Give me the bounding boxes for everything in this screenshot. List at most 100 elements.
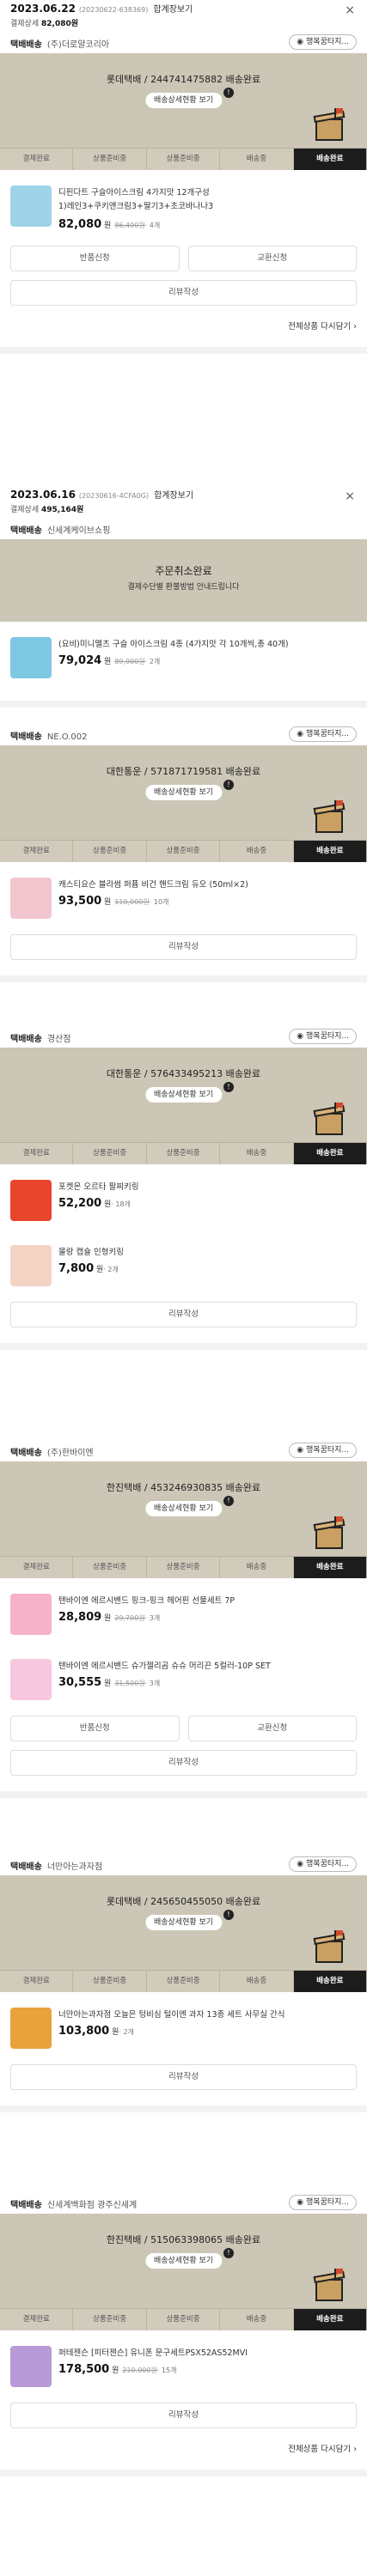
tracking-status: 한진택배 / 515063398065 배송완료 (106, 2234, 261, 2245)
original-price: 110,000원 (114, 898, 150, 906)
store-link-label: 행복꿈타지... (306, 1860, 349, 1868)
product-name[interactable]: (요비)미니멜츠 구슬 아이스크림 4종 (4가지맛 각 10개씩,총 40개) (58, 637, 357, 649)
write-review-button[interactable]: 리뷰작성 (10, 280, 357, 306)
product-name[interactable]: 디핀다트 구슬아이스크림 4가지맛 12개구성 (58, 185, 357, 197)
product-name[interactable]: 캐스티요슨 블라썸 퍼퓸 비건 핸드크림 듀오 (50ml×2) (58, 878, 357, 890)
write-review-button[interactable]: 리뷰작성 (10, 2403, 357, 2428)
product-thumbnail[interactable] (10, 1659, 52, 1700)
order-total: 결제상세 82,080원 (10, 17, 78, 28)
order-item[interactable]: 탠바이엔 에르시밴드 핑크-핑크 헤어핀 선물세트 7P 28,809 원 29,7… (0, 1585, 367, 1650)
return-request-button[interactable]: 반품신청 (10, 1716, 180, 1741)
shipment-block: 택배배송 (주)더로얄코리아 ◉ 행복꿈타지... 롯데택배 / 2447414758… (0, 31, 367, 354)
tracking-detail-button[interactable]: 배송상세현황 보기 (144, 1501, 223, 1516)
store-link-label: 행복꿈타지... (306, 1446, 349, 1455)
section-divider (0, 2105, 367, 2112)
write-review-button[interactable]: 리뷰작성 (10, 1302, 357, 1327)
product-name[interactable]: 너만아는과자점 오늘은 텅비심 털이엔 과자 13종 세트 사무실 간식 (58, 2008, 357, 2020)
product-thumbnail[interactable] (10, 2008, 52, 2049)
product-thumbnail[interactable] (10, 1180, 52, 1221)
product-thumbnail[interactable] (10, 1245, 52, 1286)
shipment-header: 택배배송 (주)한바이엔 ◉ 행복꿈타지... (0, 1439, 367, 1461)
tracking-detail-button[interactable]: 배송상세현황 보기 (144, 93, 223, 108)
order-item[interactable]: 캐스티요슨 블라썸 퍼퓸 비건 핸드크림 듀오 (50ml×2) 93,500 원… (0, 869, 367, 934)
return-request-button[interactable]: 반품신청 (10, 246, 180, 271)
tracking-detail-button[interactable]: 배송상세현황 보기 (144, 1087, 223, 1103)
delivery-box-icon (312, 1930, 348, 1966)
order-item[interactable]: 퍼테젠슨 [피터젠슨] 유니폰 문구세트PSX52AS52MVI 178,500 … (0, 2337, 367, 2403)
shipment-header: 택배배송 신세계백화점 광주신세계 ◉ 행복꿈타지... (0, 2191, 367, 2214)
product-thumbnail[interactable] (10, 185, 52, 227)
write-review-button[interactable]: 리뷰작성 (10, 2064, 357, 2090)
notice-icon: ! (223, 2248, 234, 2258)
close-icon[interactable]: × (345, 3, 355, 17)
price-currency: 원 (104, 898, 112, 907)
order-item[interactable]: 포켓몬 오르타 팔찌키링 52,200 원· 18개 (0, 1171, 367, 1236)
order-detail-link[interactable]: 합계장보기 (153, 5, 193, 15)
progress-step: 결제완료 (0, 841, 74, 862)
product-thumbnail[interactable] (10, 878, 52, 919)
section-divider (0, 701, 367, 708)
product-thumbnail[interactable] (10, 2346, 52, 2387)
store-link-button[interactable]: ◉ 행복꿈타지... (289, 1443, 357, 1458)
product-thumbnail[interactable] (10, 637, 52, 678)
order-item[interactable]: 탠바이엔 에르시밴드 슈가젤리곰 슈슈 머리끈 5컬러-10P SET 30,55… (0, 1650, 367, 1716)
product-thumbnail[interactable] (10, 1594, 52, 1635)
shipment-label: 택배배송 신세계백화점 광주신세계 (10, 2197, 137, 2210)
shipment-block: 택배배송 경산점 ◉ 행복꿈타지... 대한통운 / 576433495213 배송완… (0, 1025, 367, 1350)
tracking-detail-button[interactable]: 배송상세현황 보기 (144, 1915, 223, 1930)
close-icon[interactable]: × (345, 489, 355, 503)
product-name[interactable]: 탠바이엔 에르시밴드 슈가젤리곰 슈슈 머리끈 5컬러-10P SET (58, 1659, 357, 1671)
price-value: 79,024 (58, 654, 102, 667)
review-button-row: 리뷰작성 (10, 934, 357, 960)
progress-step: 배송완료 (293, 1143, 367, 1164)
store-link-button[interactable]: ◉ 행복꿈타지... (289, 726, 357, 742)
product-price: 103,800 원· 2개 (58, 2025, 134, 2038)
write-review-button[interactable]: 리뷰작성 (10, 934, 357, 960)
store-link-label: 행복꿈타지... (306, 730, 349, 738)
tracking-panel: 한진택배 / 515063398065 배송완료배송상세현황 보기! (0, 2214, 367, 2308)
order-item[interactable]: 너만아는과자점 오늘은 텅비심 털이엔 과자 13종 세트 사무실 간식 103,… (0, 1999, 367, 2064)
product-quantity: · 2개 (103, 1266, 119, 1273)
reorder-all-link[interactable]: 전체상품 다시담기 › (288, 319, 357, 331)
product-name[interactable]: 탠바이엔 에르시밴드 핑크-핑크 헤어핀 선물세트 7P (58, 1594, 357, 1606)
shipment-block: 택배배송 너만아는과자점 ◉ 행복꿈타지... 롯데택배 / 245650455050… (0, 1853, 367, 2112)
order-item[interactable]: 디핀다트 구슬아이스크림 4가지맛 12개구성 1)레인3+쿠키앤크림3+딸기3+… (0, 177, 367, 242)
reorder-all-label: 전체상품 다시담기 (288, 2445, 352, 2454)
product-name[interactable]: 몰랑 캡슐 인형키링 (58, 1245, 357, 1257)
order-total-label: 결제상세 (10, 506, 40, 514)
store-link-button[interactable]: ◉ 행복꿈타지... (289, 1029, 357, 1044)
product-price: 79,024 원 89,000원· 2개 (58, 654, 160, 667)
shipment-header: 택배배송 (주)더로얄코리아 ◉ 행복꿈타지... (0, 31, 367, 53)
review-button-row: 리뷰작성 (10, 280, 357, 306)
product-quantity: · 2개 (119, 2028, 134, 2036)
store-link-button[interactable]: ◉ 행복꿈타지... (289, 2195, 357, 2210)
flag (336, 800, 343, 805)
shipment-seller: 너만아는과자점 (46, 1862, 103, 1872)
product-name[interactable]: 퍼테젠슨 [피터젠슨] 유니폰 문구세트PSX52AS52MVI (58, 2346, 357, 2358)
write-review-button[interactable]: 리뷰작성 (10, 1750, 357, 1776)
product-price: 30,555 원 31,500원· 3개 (58, 1676, 160, 1689)
progress-step: 상품준비중 (146, 841, 221, 862)
cancel-desc[interactable]: 결제수단별 환불방법 안내드립니다 (0, 580, 367, 592)
order-item[interactable]: (요비)미니멜츠 구슬 아이스크림 4종 (4가지맛 각 10개씩,총 40개)… (0, 629, 367, 694)
tracking-detail-button[interactable]: 배송상세현황 보기 (144, 785, 223, 800)
reorder-all-link[interactable]: 전체상품 다시담기 › (288, 2442, 357, 2454)
store-link-button[interactable]: ◉ 행복꿈타지... (289, 1856, 357, 1872)
product-name[interactable]: 포켓몬 오르타 팔찌키링 (58, 1180, 357, 1192)
order-header: 2023.06.16 (20230616-4CFA0G) 합계장보기 결제상세 495… (0, 486, 367, 517)
progress-step: 상품준비중 (146, 149, 221, 170)
exchange-request-button[interactable]: 교환신청 (187, 1716, 357, 1741)
progress-steps: 결제완료 상품준비중 상품준비중 배송중 배송완료 (0, 148, 367, 170)
tracking-detail-button[interactable]: 배송상세현황 보기 (144, 2253, 223, 2269)
order-item[interactable]: 몰랑 캡슐 인형키링 7,800 원· 2개 (0, 1236, 367, 1302)
progress-step: 배송중 (220, 1143, 294, 1164)
chevron-right-icon: › (353, 2445, 357, 2454)
order-total-label: 결제상세 (10, 20, 40, 28)
shipment-seller: (주)더로얄코리아 (46, 40, 110, 50)
order-detail-link[interactable]: 합계장보기 (154, 491, 193, 501)
progress-step: 배송중 (220, 1557, 294, 1578)
shipment-type: 택배배송 (10, 1449, 42, 1458)
store-link-button[interactable]: ◉ 행복꿈타지... (289, 34, 357, 50)
exchange-request-button[interactable]: 교환신청 (187, 246, 357, 271)
tracking-status: 한진택배 / 453246930835 배송완료 (106, 1482, 261, 1493)
